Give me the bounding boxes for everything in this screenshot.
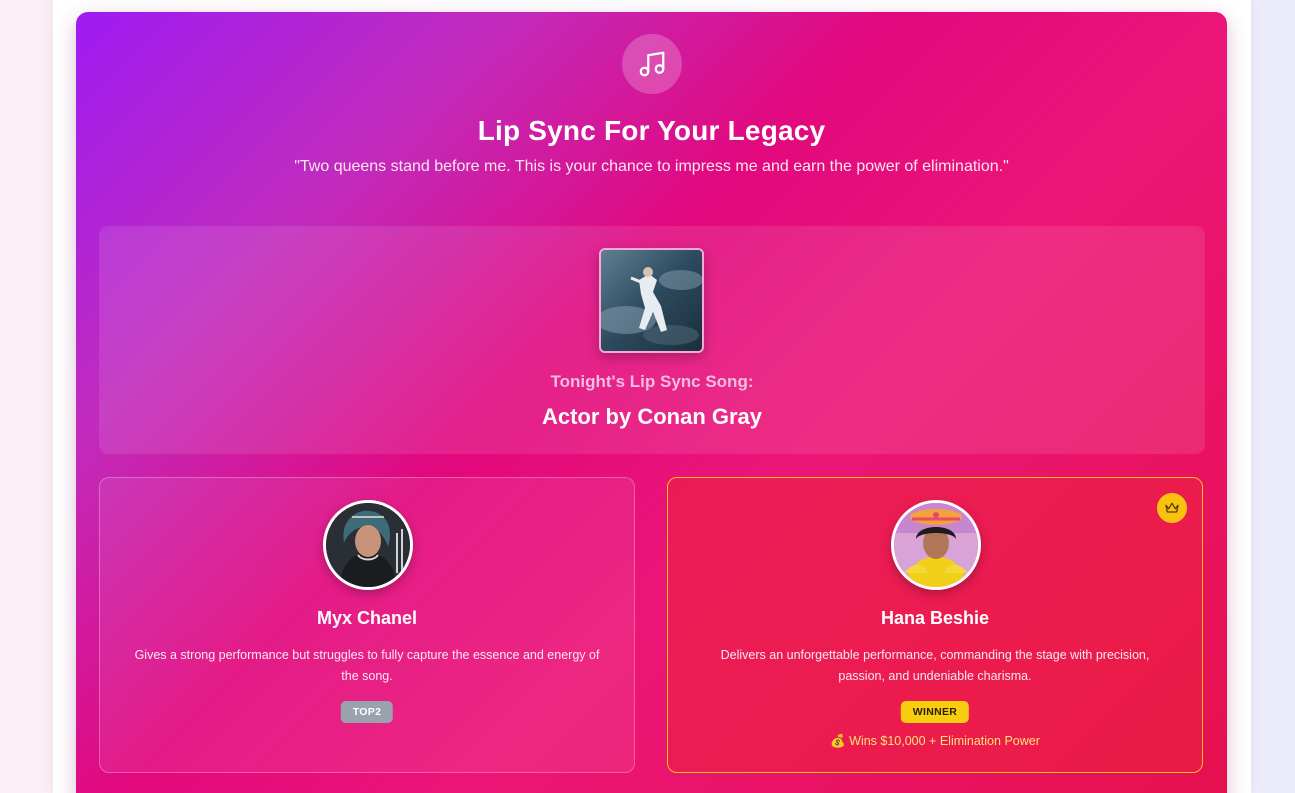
prize-text: 💰 Wins $10,000 + Elimination Power: [830, 734, 1040, 748]
status-badge-top2: TOP2: [340, 701, 394, 723]
queen-name: Hana Beshie: [880, 608, 990, 628]
queen-description: Gives a strong performance but struggles…: [134, 648, 600, 683]
lip-sync-section: Lip Sync For Your Legacy "Two queens sta…: [76, 12, 1227, 793]
queen-name: Myx Chanel: [316, 608, 418, 628]
song-panel: Tonight's Lip Sync Song: Actor by Conan …: [99, 226, 1205, 454]
queen-avatar: [323, 500, 413, 590]
queen-card-hana-beshie: Hana Beshie Delivers an unforgettable pe…: [667, 477, 1203, 773]
album-cover-image: [599, 248, 704, 353]
queen-description: Delivers an unforgettable performance, c…: [720, 648, 1150, 683]
song-title: Actor by Conan Gray: [541, 404, 763, 429]
queen-card-myx-chanel: Myx Chanel Gives a strong performance bu…: [99, 477, 635, 773]
ru-quote: "Two queens stand before me. This is you…: [294, 158, 1009, 175]
section-title: Lip Sync For Your Legacy: [477, 115, 826, 146]
status-badge-winner: WINNER: [900, 701, 970, 723]
song-kicker: Tonight's Lip Sync Song:: [550, 372, 754, 391]
queen-avatar: [891, 500, 981, 590]
music-note-icon: [622, 34, 682, 94]
crown-icon: [1157, 493, 1187, 523]
